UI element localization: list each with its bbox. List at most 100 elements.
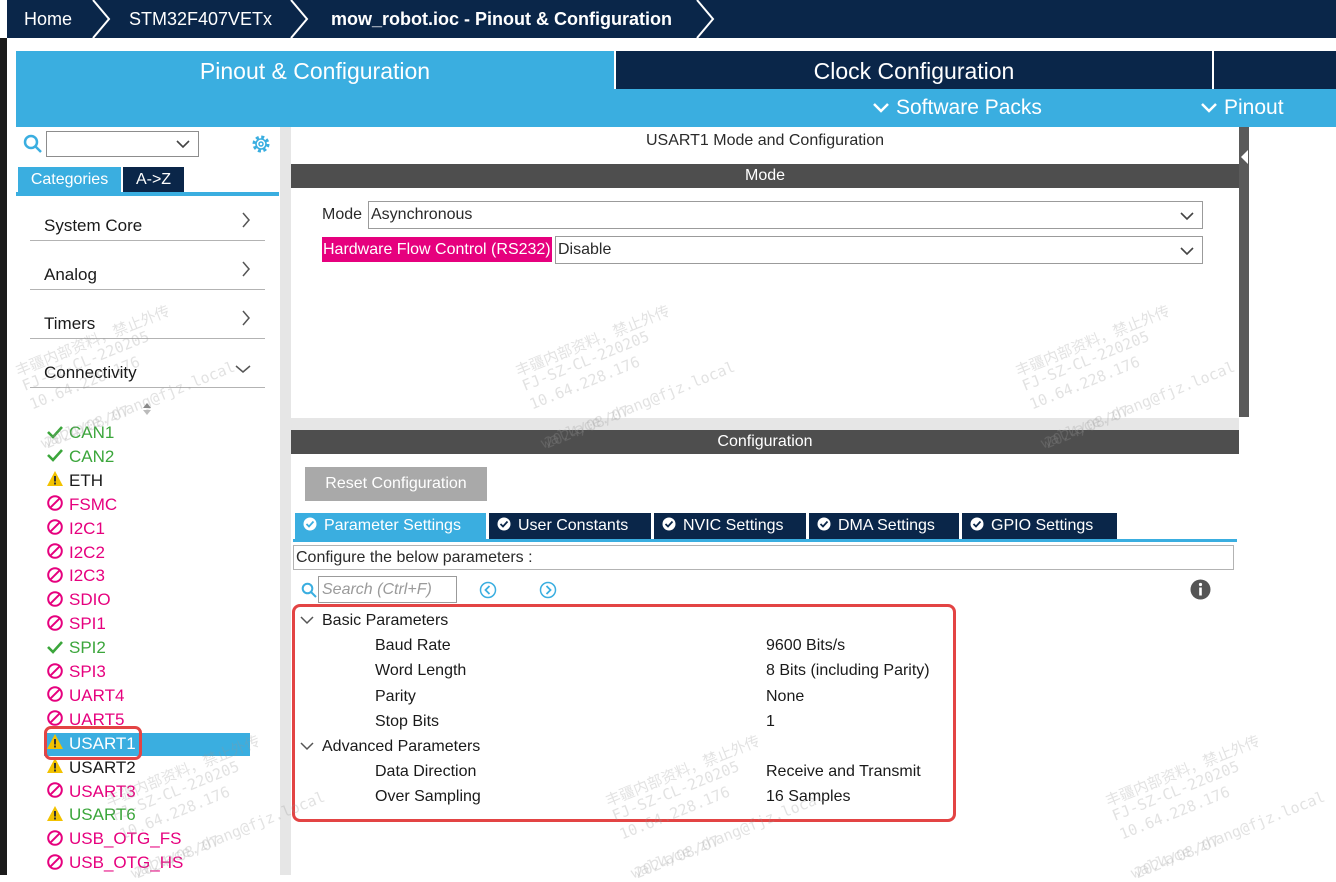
hardware-flow-control-select[interactable]: Disable bbox=[555, 236, 1203, 264]
peripheral-label: CAN2 bbox=[69, 446, 115, 466]
parameter-search-input[interactable]: Search (Ctrl+F) bbox=[318, 576, 457, 603]
info-icon[interactable] bbox=[1190, 579, 1211, 600]
peripheral-label: UART4 bbox=[69, 685, 125, 705]
peripheral-label: SPI3 bbox=[69, 662, 106, 681]
category-label: Analog bbox=[44, 265, 97, 284]
peripheral-label: SPI2 bbox=[69, 638, 106, 658]
disabled-icon bbox=[46, 589, 69, 611]
tab-categories[interactable]: Categories bbox=[18, 167, 121, 192]
peripheral-item-usb_otg_fs[interactable]: USB_OTG_FS bbox=[46, 828, 181, 850]
configure-description: Configure the below parameters : bbox=[293, 545, 1234, 570]
mode-label: Mode bbox=[322, 206, 363, 223]
panel-splitter[interactable] bbox=[280, 127, 291, 875]
disabled-icon bbox=[46, 852, 69, 874]
collapse-arrow-icon[interactable] bbox=[1239, 148, 1249, 166]
category-label: System Core bbox=[44, 216, 143, 235]
breadcrumb-device[interactable]: STM32F407VETx bbox=[129, 0, 272, 38]
warning-icon bbox=[46, 804, 69, 826]
tab-gpio-settings[interactable]: GPIO Settings bbox=[962, 513, 1117, 539]
pinout-label: Pinout bbox=[1224, 96, 1284, 119]
tab-label: User Constants bbox=[518, 517, 629, 534]
tab-pinout-configuration[interactable]: Pinout & Configuration bbox=[16, 51, 614, 89]
peripheral-label: I2C3 bbox=[69, 566, 105, 586]
panel-scroll-handle[interactable] bbox=[1239, 127, 1249, 417]
category-search-combo[interactable] bbox=[46, 131, 199, 157]
breadcrumb-project[interactable]: mow_robot.ioc - Pinout & Configuration bbox=[331, 0, 672, 38]
category-system-core[interactable]: System Core bbox=[30, 208, 265, 241]
hwfc-select-value: Disable bbox=[558, 241, 612, 258]
disabled-icon bbox=[46, 542, 69, 564]
peripheral-item-i2c2[interactable]: I2C2 bbox=[46, 542, 105, 564]
peripheral-label: SPI1 bbox=[69, 614, 106, 634]
breadcrumb-chevron-icon bbox=[290, 0, 309, 38]
tab-user-constants[interactable]: User Constants bbox=[489, 513, 651, 539]
chevron-right-icon bbox=[242, 212, 250, 228]
peripheral-item-spi2[interactable]: SPI2 bbox=[46, 637, 106, 659]
disabled-icon bbox=[46, 781, 69, 803]
disabled-icon bbox=[46, 685, 69, 707]
check-circle-icon bbox=[970, 517, 984, 531]
breadcrumb: Home STM32F407VETx mow_robot.ioc - Pinou… bbox=[7, 0, 1336, 38]
window-left-edge bbox=[0, 38, 7, 875]
chevron-down-icon bbox=[1180, 212, 1194, 221]
tab-nvic-settings[interactable]: NVIC Settings bbox=[654, 513, 806, 539]
search-icon bbox=[301, 582, 317, 598]
check-circle-icon bbox=[662, 517, 676, 531]
previous-result-icon[interactable] bbox=[479, 581, 497, 599]
peripheral-label: USART2 bbox=[69, 757, 136, 777]
tab-bar-filler bbox=[1214, 51, 1336, 89]
check-circle-icon bbox=[303, 517, 317, 531]
peripheral-item-spi1[interactable]: SPI1 bbox=[46, 613, 106, 635]
tab-dma-settings[interactable]: DMA Settings bbox=[809, 513, 959, 539]
mode-select[interactable]: Asynchronous bbox=[368, 201, 1203, 229]
chevron-down-icon bbox=[235, 365, 251, 373]
reset-configuration-button[interactable]: Reset Configuration bbox=[305, 467, 487, 501]
check-circle-icon bbox=[497, 517, 511, 531]
next-result-icon[interactable] bbox=[539, 581, 557, 599]
tab-underline bbox=[293, 539, 1237, 542]
tab-label: DMA Settings bbox=[838, 517, 935, 534]
annotation-highlight-box bbox=[44, 726, 142, 760]
sub-toolbar bbox=[16, 89, 1336, 127]
gear-icon[interactable] bbox=[250, 133, 272, 155]
peripheral-item-sdio[interactable]: SDIO bbox=[46, 589, 111, 611]
tab-clock-configuration[interactable]: Clock Configuration bbox=[616, 51, 1212, 89]
hardware-flow-control-label: Hardware Flow Control (RS232) bbox=[322, 237, 552, 262]
peripheral-label: SDIO bbox=[69, 590, 111, 610]
pinout-menu[interactable]: Pinout bbox=[1200, 89, 1284, 127]
disabled-icon bbox=[46, 518, 69, 540]
peripheral-item-eth[interactable]: ETH bbox=[46, 470, 103, 492]
chevron-right-icon bbox=[242, 261, 250, 277]
peripheral-item-i2c3[interactable]: I2C3 bbox=[46, 565, 105, 587]
pinout-view-area bbox=[1249, 127, 1336, 875]
software-packs-menu[interactable]: Software Packs bbox=[872, 89, 1042, 127]
chevron-down-icon bbox=[873, 103, 889, 114]
breadcrumb-home[interactable]: Home bbox=[24, 0, 72, 38]
disabled-icon bbox=[46, 565, 69, 587]
breadcrumb-chevron-icon bbox=[92, 0, 111, 38]
mode-select-value: Asynchronous bbox=[371, 206, 473, 223]
configuration-section-header: Configuration bbox=[291, 430, 1239, 454]
peripheral-item-fsmc[interactable]: FSMC bbox=[46, 494, 117, 516]
tab-a-to-z[interactable]: A->Z bbox=[123, 167, 184, 192]
peripheral-label: I2C2 bbox=[69, 542, 105, 562]
software-packs-label: Software Packs bbox=[896, 96, 1042, 119]
chevron-down-icon bbox=[1180, 247, 1194, 256]
disabled-icon bbox=[46, 828, 69, 850]
peripheral-item-spi3[interactable]: SPI3 bbox=[46, 661, 106, 683]
tab-parameter-settings[interactable]: Parameter Settings bbox=[295, 513, 486, 539]
tab-label: Parameter Settings bbox=[324, 517, 461, 534]
check-icon bbox=[46, 637, 69, 659]
peripheral-label: FSMC bbox=[69, 494, 118, 514]
tab-label: NVIC Settings bbox=[683, 517, 784, 534]
peripheral-item-i2c1[interactable]: I2C1 bbox=[46, 518, 105, 540]
mode-panel-title: USART1 Mode and Configuration bbox=[645, 132, 885, 149]
category-analog[interactable]: Analog bbox=[30, 257, 265, 290]
disabled-icon bbox=[46, 661, 69, 683]
chevron-down-icon bbox=[1201, 103, 1217, 114]
tab-label: GPIO Settings bbox=[991, 517, 1094, 534]
peripheral-item-uart4[interactable]: UART4 bbox=[46, 685, 124, 707]
disabled-icon bbox=[46, 494, 69, 516]
search-icon[interactable] bbox=[23, 134, 43, 154]
breadcrumb-chevron-icon bbox=[696, 0, 715, 38]
